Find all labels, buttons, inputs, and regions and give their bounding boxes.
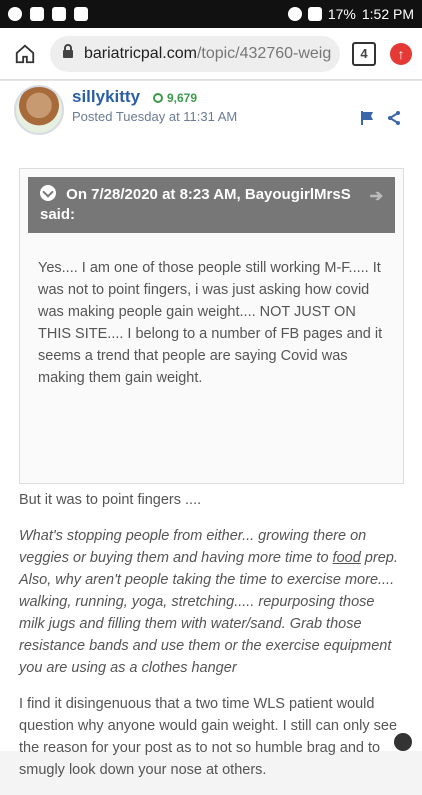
quote-block: On 7/28/2020 at 8:23 AM, BayougirlMrsS s… (19, 168, 404, 484)
paragraph-1: But it was to point fingers .... (19, 492, 202, 508)
post-actions (360, 110, 402, 126)
status-time: 1:52 PM (361, 6, 414, 22)
tab-switcher-button[interactable]: 4 (352, 41, 376, 66)
quote-header[interactable]: On 7/28/2020 at 8:23 AM, BayougirlMrsS s… (28, 177, 395, 233)
forum-post: sillykitty 9,679 Posted Tuesday at 11:31… (0, 80, 422, 778)
url-path: /topic/432760-weig (196, 44, 332, 62)
flag-icon[interactable] (360, 110, 376, 126)
battery-percentage: 17% (327, 6, 356, 22)
close-icon[interactable] (394, 733, 412, 751)
paragraph-3: I find it disingenuous that a two time W… (19, 696, 398, 778)
address-bar[interactable]: bariatricpal.com /topic/432760-weig (50, 35, 340, 72)
post-body: But it was to point fingers .... What's … (19, 489, 404, 795)
author-name[interactable]: sillykitty (72, 87, 140, 107)
update-icon[interactable]: ↑ (390, 42, 412, 65)
gallery-icon (52, 7, 66, 21)
status-bar: 17% 1:52 PM (0, 0, 422, 28)
lock-icon (62, 44, 74, 63)
download-icon (74, 7, 88, 21)
quote-text: Yes.... I am one of those people still w… (38, 260, 383, 386)
url-domain: bariatricpal.com (84, 44, 197, 62)
youtube-icon (30, 7, 44, 21)
whatsapp-icon (8, 7, 22, 21)
avatar[interactable] (14, 85, 64, 135)
reputation-icon (153, 93, 163, 103)
chevron-down-icon (40, 185, 56, 201)
browser-toolbar: bariatricpal.com /topic/432760-weig 4 ↑ (0, 28, 422, 80)
share-icon[interactable] (386, 110, 402, 126)
wifi-icon (307, 7, 322, 21)
arrow-icon: ➔ (369, 188, 383, 205)
home-icon[interactable] (10, 39, 40, 69)
paragraph-2: What's stopping people from either... gr… (19, 528, 398, 676)
post-timestamp: Posted Tuesday at 11:31 AM (72, 109, 238, 124)
food-link[interactable]: food (333, 550, 361, 566)
reputation-badge: 9,679 (153, 91, 197, 105)
alarm-icon (287, 7, 302, 21)
